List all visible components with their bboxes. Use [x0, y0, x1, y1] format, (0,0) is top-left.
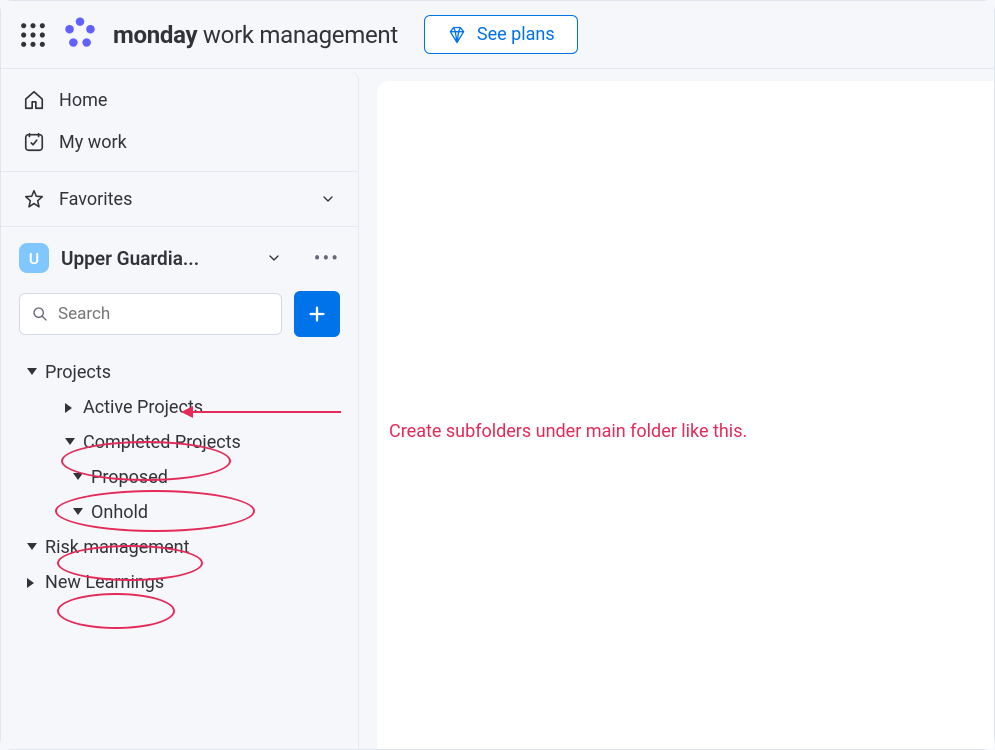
workspace-tree: Projects Active Projects Completed Proje… [1, 351, 358, 600]
sidebar-item-label: My work [59, 132, 127, 153]
apps-grid-icon[interactable] [19, 21, 47, 49]
favorites-label: Favorites [59, 189, 132, 210]
main-layout: Home My work Favorites [1, 69, 994, 749]
tree-item-risk-management[interactable]: Risk management [1, 530, 358, 565]
tree-item-label: New Learnings [45, 572, 164, 593]
sidebar-search[interactable] [19, 293, 282, 335]
tree-item-label: Risk management [45, 537, 189, 558]
see-plans-button[interactable]: See plans [424, 15, 578, 54]
sidebar-item-home[interactable]: Home [1, 79, 358, 121]
see-plans-label: See plans [477, 24, 555, 45]
caret-down-icon [27, 368, 37, 378]
home-icon [23, 89, 45, 111]
product-name: monday work management [113, 21, 398, 49]
tree-item-new-learnings[interactable]: New Learnings [1, 565, 358, 600]
sidebar-nav-section: Home My work [1, 71, 358, 167]
caret-down-icon [65, 438, 75, 448]
chevron-down-icon [320, 191, 336, 207]
sidebar-item-mywork[interactable]: My work [1, 121, 358, 163]
diamond-icon [447, 25, 467, 45]
star-icon [23, 188, 45, 210]
sidebar-item-label: Home [59, 90, 107, 111]
add-button[interactable] [294, 291, 340, 337]
caret-right-icon [27, 578, 37, 588]
mywork-icon [23, 131, 45, 153]
tree-item-onhold[interactable]: Onhold [1, 495, 358, 530]
caret-down-icon [73, 473, 83, 483]
annotation-text: Create subfolders under main folder like… [389, 421, 747, 442]
sidebar: Home My work Favorites [1, 71, 359, 749]
sidebar-divider [1, 226, 358, 227]
tree-item-label: Onhold [91, 502, 148, 523]
top-bar: monday work management See plans [1, 1, 994, 69]
annotation-arrow [191, 411, 341, 413]
caret-right-icon [65, 403, 75, 413]
workspace-badge: U [19, 243, 49, 273]
sidebar-divider [1, 171, 358, 172]
caret-down-icon [27, 543, 37, 553]
tree-item-label: Projects [45, 362, 111, 383]
monday-logo-icon [61, 14, 99, 56]
tree-item-proposed[interactable]: Proposed [1, 460, 358, 495]
tree-item-active-projects[interactable]: Active Projects [1, 390, 358, 425]
main-content: Create subfolders under main folder like… [377, 81, 994, 749]
tree-item-completed-projects[interactable]: Completed Projects [1, 425, 358, 460]
tree-item-projects[interactable]: Projects [1, 355, 358, 390]
search-add-row [1, 281, 358, 351]
workspace-name: Upper Guardia... [61, 247, 252, 270]
sidebar-item-favorites[interactable]: Favorites [1, 176, 358, 222]
tree-item-label: Proposed [91, 467, 168, 488]
workspace-menu-icon[interactable]: ••• [314, 246, 340, 270]
caret-down-icon [73, 508, 83, 518]
chevron-down-icon[interactable] [266, 250, 282, 266]
product-name-bold: monday [113, 21, 197, 49]
plus-icon [306, 303, 328, 325]
workspace-selector[interactable]: U Upper Guardia... ••• [1, 235, 358, 281]
search-input[interactable] [58, 304, 269, 324]
product-name-light: work management [197, 21, 398, 49]
search-icon [32, 305, 48, 323]
tree-item-label: Completed Projects [83, 432, 241, 453]
